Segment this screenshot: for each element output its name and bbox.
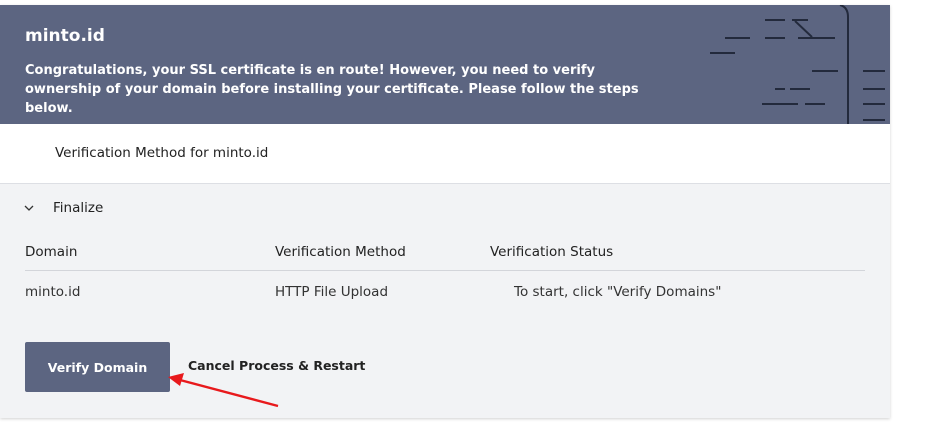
table-header: Domain Verification Method Verification … [25,240,865,271]
header-message: Congratulations, your SSL certificate is… [25,63,639,116]
card-header: minto.id Congratulations, your SSL certi… [0,5,890,124]
finalize-label: Finalize [53,200,104,216]
annotation-arrow-icon [168,373,279,408]
decorative-lines-icon [710,5,885,124]
verification-method-title: Verification Method for minto.id [55,145,269,161]
row-status: To start, click "Verify Domains" [514,284,722,300]
row-method: HTTP File Upload [275,284,389,300]
chevron-down-icon [24,205,34,211]
finalize-toggle[interactable]: Finalize [23,198,103,218]
column-header-domain: Domain [25,244,78,260]
domain-title: minto.id [25,26,105,46]
verify-domain-button[interactable]: Verify Domain [25,342,170,392]
row-domain: minto.id [25,284,81,300]
verification-method-bar: Verification Method for minto.id [0,124,890,184]
column-header-status: Verification Status [490,244,614,260]
table-row: minto.id HTTP File Upload To start, clic… [25,271,865,315]
verification-table: Domain Verification Method Verification … [25,240,865,315]
column-header-method: Verification Method [275,244,406,260]
